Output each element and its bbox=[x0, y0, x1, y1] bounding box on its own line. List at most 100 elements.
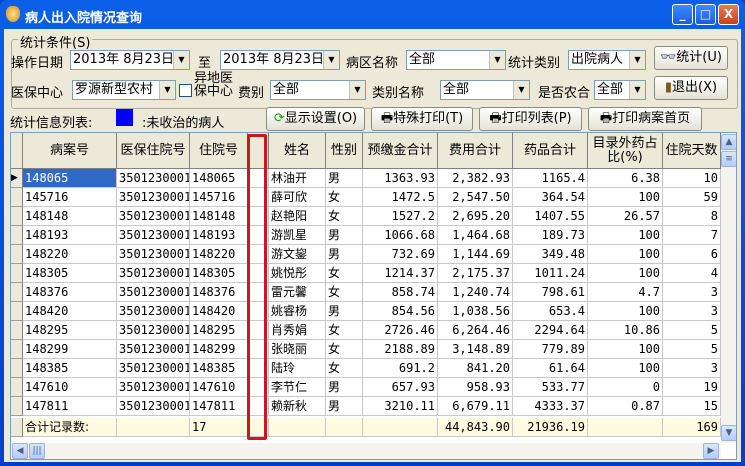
row-indicator[interactable] bbox=[11, 340, 23, 359]
cell-case-no[interactable]: 148385 bbox=[23, 359, 117, 378]
cell-insurance-no[interactable]: 3501230001 bbox=[117, 188, 190, 207]
scroll-left-icon[interactable]: ◀ bbox=[12, 443, 28, 459]
cell-stay-days[interactable]: 8 bbox=[663, 207, 721, 226]
scroll-thumb[interactable]: ≡ bbox=[721, 151, 736, 167]
cell-cost-total[interactable]: 1,038.56 bbox=[438, 302, 513, 321]
cell-deposit-total[interactable]: 657.93 bbox=[363, 378, 438, 397]
display-settings-button[interactable]: ⟳显示设置(O) bbox=[266, 107, 365, 131]
row-indicator[interactable] bbox=[11, 397, 23, 416]
cell-admission-no[interactable]: 145716 bbox=[190, 188, 248, 207]
cell-cost-total[interactable]: 2,175.37 bbox=[438, 264, 513, 283]
date-from-picker[interactable]: 2013年 8月23日 ▼ bbox=[70, 50, 190, 70]
cell-off-list-ratio[interactable]: 100 bbox=[588, 226, 663, 245]
cell-off-list-ratio[interactable]: 100 bbox=[588, 340, 663, 359]
cell-off-list-ratio[interactable]: 100 bbox=[588, 359, 663, 378]
cell-case-no[interactable]: 148305 bbox=[23, 264, 117, 283]
cell-off-list-ratio[interactable]: 4.7 bbox=[588, 283, 663, 302]
cell-deposit-total[interactable]: 854.56 bbox=[363, 302, 438, 321]
cell-drug-total[interactable]: 61.64 bbox=[513, 359, 588, 378]
cell-stay-days[interactable]: 4 bbox=[663, 264, 721, 283]
maximize-button[interactable]: □ bbox=[695, 4, 716, 25]
cell-off-list-ratio[interactable]: 100 bbox=[588, 245, 663, 264]
hscroll-thumb[interactable]: ||| bbox=[29, 443, 45, 459]
cell-deposit-total[interactable]: 1363.93 bbox=[363, 169, 438, 188]
row-indicator[interactable] bbox=[11, 321, 23, 340]
cell-drug-total[interactable]: 798.61 bbox=[513, 283, 588, 302]
cell-deposit-total[interactable]: 1214.37 bbox=[363, 264, 438, 283]
cell-insurance-no[interactable]: 3501230001 bbox=[117, 207, 190, 226]
cell-stay-days[interactable]: 59 bbox=[663, 188, 721, 207]
cell-admission-no[interactable]: 148420 bbox=[190, 302, 248, 321]
cell-deposit-total[interactable]: 691.2 bbox=[363, 359, 438, 378]
dropdown-arrow-icon[interactable]: ▼ bbox=[349, 81, 365, 99]
cell-insurance-no[interactable]: 3501230001 bbox=[117, 283, 190, 302]
special-print-button[interactable]: 🖶特殊打印(T) bbox=[371, 107, 473, 131]
cell-deposit-total[interactable]: 858.74 bbox=[363, 283, 438, 302]
cell-gender[interactable]: 男 bbox=[326, 245, 363, 264]
cell-stay-days[interactable]: 5 bbox=[663, 321, 721, 340]
cell-off-list-ratio[interactable]: 100 bbox=[588, 302, 663, 321]
cell-admission-no[interactable]: 148148 bbox=[190, 207, 248, 226]
cell-drug-total[interactable]: 653.4 bbox=[513, 302, 588, 321]
cell-cost-total[interactable]: 1,144.69 bbox=[438, 245, 513, 264]
cell-name[interactable]: 姚悦彤 bbox=[269, 264, 326, 283]
cell-drug-total[interactable]: 349.48 bbox=[513, 245, 588, 264]
row-indicator[interactable] bbox=[11, 264, 23, 283]
cell-admission-no[interactable]: 148220 bbox=[190, 245, 248, 264]
cell-gender[interactable]: 女 bbox=[326, 321, 363, 340]
cell-cost-total[interactable]: 6,679.11 bbox=[438, 397, 513, 416]
cell-deposit-total[interactable]: 3210.11 bbox=[363, 397, 438, 416]
patient-grid[interactable]: 病案号 医保住院号 住院号 姓名 性别 预缴金合计 费用合计 药品合计 目录外药占比(%) 住院天… bbox=[10, 132, 737, 460]
cell-stay-days[interactable]: 6 bbox=[663, 245, 721, 264]
cell-gender[interactable]: 女 bbox=[326, 283, 363, 302]
cell-stay-days[interactable]: 10 bbox=[663, 169, 721, 188]
minimize-button[interactable]: _ bbox=[672, 4, 693, 25]
row-indicator[interactable] bbox=[11, 245, 23, 264]
cell-gender[interactable]: 男 bbox=[326, 397, 363, 416]
cell-stay-days[interactable]: 5 bbox=[663, 340, 721, 359]
cell-admission-no[interactable]: 148299 bbox=[190, 340, 248, 359]
cell-drug-total[interactable]: 4333.37 bbox=[513, 397, 588, 416]
cell-admission-no[interactable]: 148385 bbox=[190, 359, 248, 378]
cell-name[interactable]: 薛可欣 bbox=[269, 188, 326, 207]
cell-insurance-no[interactable]: 3501230001 bbox=[117, 169, 190, 188]
cell-drug-total[interactable]: 2294.64 bbox=[513, 321, 588, 340]
stat-button[interactable]: 👓统计(U) bbox=[654, 46, 728, 70]
cell-off-list-ratio[interactable]: 0.87 bbox=[588, 397, 663, 416]
cell-case-no[interactable]: 148065 bbox=[23, 169, 117, 188]
cell-admission-no[interactable]: 147811 bbox=[190, 397, 248, 416]
cell-deposit-total[interactable]: 732.69 bbox=[363, 245, 438, 264]
horizontal-scrollbar[interactable]: ◀ ||| ▶ bbox=[11, 443, 721, 459]
dropdown-arrow-icon[interactable]: ▼ bbox=[629, 51, 645, 69]
date-to-picker[interactable]: 2013年 8月23日 ▼ bbox=[220, 50, 340, 70]
close-button[interactable]: X bbox=[718, 4, 739, 25]
cell-case-no[interactable]: 148295 bbox=[23, 321, 117, 340]
cell-insurance-no[interactable]: 3501230001 bbox=[117, 378, 190, 397]
cell-off-list-ratio[interactable]: 10.86 bbox=[588, 321, 663, 340]
rural-select[interactable]: 全部 ▼ bbox=[594, 80, 646, 100]
dropdown-arrow-icon[interactable]: ▼ bbox=[489, 51, 505, 69]
cell-insurance-no[interactable]: 3501230001 bbox=[117, 226, 190, 245]
dropdown-arrow-icon[interactable]: ▼ bbox=[159, 81, 175, 99]
cell-deposit-total[interactable]: 2726.46 bbox=[363, 321, 438, 340]
cell-admission-no[interactable]: 148295 bbox=[190, 321, 248, 340]
cell-drug-total[interactable]: 1165.4 bbox=[513, 169, 588, 188]
cell-insurance-no[interactable]: 3501230001 bbox=[117, 321, 190, 340]
cell-name[interactable]: 雷元馨 bbox=[269, 283, 326, 302]
cell-off-list-ratio[interactable]: 26.57 bbox=[588, 207, 663, 226]
cell-case-no[interactable]: 148220 bbox=[23, 245, 117, 264]
current-row-arrow-icon[interactable]: ▶ bbox=[11, 169, 23, 188]
fee-type-select[interactable]: 全部 ▼ bbox=[270, 80, 366, 100]
cell-deposit-total[interactable]: 1066.68 bbox=[363, 226, 438, 245]
dropdown-arrow-icon[interactable]: ▼ bbox=[513, 81, 529, 99]
cell-case-no[interactable]: 148376 bbox=[23, 283, 117, 302]
cell-drug-total[interactable]: 189.73 bbox=[513, 226, 588, 245]
cell-drug-total[interactable]: 779.89 bbox=[513, 340, 588, 359]
cell-name[interactable]: 姚睿杨 bbox=[269, 302, 326, 321]
cell-cost-total[interactable]: 841.20 bbox=[438, 359, 513, 378]
cell-case-no[interactable]: 147811 bbox=[23, 397, 117, 416]
cell-insurance-no[interactable]: 3501230001 bbox=[117, 302, 190, 321]
cell-insurance-no[interactable]: 3501230001 bbox=[117, 397, 190, 416]
cell-name[interactable]: 肖秀娟 bbox=[269, 321, 326, 340]
cell-drug-total[interactable]: 1011.24 bbox=[513, 264, 588, 283]
